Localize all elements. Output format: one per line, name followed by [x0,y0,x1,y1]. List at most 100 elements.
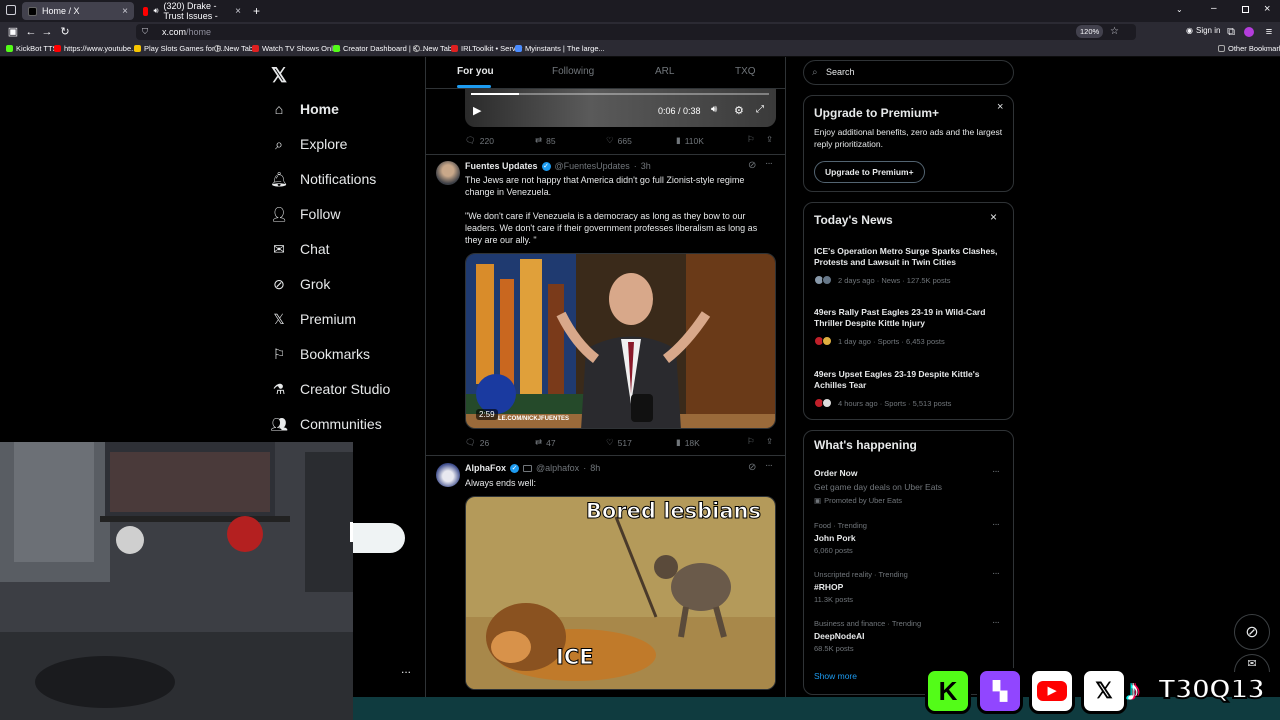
url-bar[interactable]: x.com/home ⛉ 120% ☆ [136,24,1136,40]
close-window-icon[interactable]: × [1264,3,1270,15]
bookmark-item[interactable]: https://www.youtube... [54,44,137,53]
bookmark-item[interactable]: Watch TV Shows Onli... [252,44,341,53]
sidebar-item-home[interactable]: ⌂ Home [271,101,339,117]
trend-item[interactable]: Business and finance · Trending DeepNodeA… [814,617,1004,653]
bookmark-item[interactable]: IRLToolkit • Server [451,44,522,53]
x-logo-icon[interactable]: 𝕏 [271,63,287,88]
like-stat[interactable]: ♡ 665 [606,135,632,146]
sidebar-item-explore[interactable]: ⌕ Explore [271,136,347,153]
settings-icon[interactable]: ⚙ [734,104,744,117]
maximize-icon[interactable] [1242,6,1249,13]
close-icon[interactable]: × [990,210,997,224]
sign-in-button[interactable]: ◉ Sign in [1186,26,1220,35]
sidebar-toggle-icon[interactable]: ▣ [6,25,20,39]
menu-icon[interactable]: ≡ [1262,25,1276,39]
sidebar-item-creator-studio[interactable]: ⚗ Creator Studio [271,381,391,398]
reply-stat[interactable]: 🗨︎ 220 [465,135,494,146]
reload-icon[interactable]: ↻ [58,25,72,39]
trend-item[interactable]: Food · Trending John Pork 6,060 posts ··· [814,519,1004,555]
more-options-icon[interactable]: ··· [765,158,773,169]
more-options-icon[interactable]: ··· [992,568,1000,579]
close-tab-icon[interactable]: × [122,6,128,17]
show-more-link[interactable]: Show more [814,671,857,681]
close-icon[interactable]: × [997,101,1003,113]
repost-stat[interactable]: ⇄ 85 [535,135,556,146]
more-options-icon[interactable]: ··· [992,617,1000,628]
new-tab-icon[interactable]: + [253,4,260,18]
share-icon[interactable]: ⇪ [766,436,773,447]
share-icon[interactable]: ⇪ [766,134,773,145]
forward-icon[interactable]: → [40,25,54,39]
extensions-icon[interactable]: ⧉ [1224,25,1238,39]
sidebar-item-notifications[interactable]: 🔔︎ Notifications [270,171,376,188]
sidebar-item-label: Home [300,101,339,117]
bookmark-item[interactable]: Play Slots Games for F... [134,44,227,53]
zoom-level[interactable]: 120% [1076,25,1104,38]
profile-icon[interactable] [1244,27,1254,37]
views-stat[interactable]: ▮ 110K [676,135,704,146]
views-stat[interactable]: ▮ 18K [676,437,700,448]
video-player[interactable]: ▶ 0:06 / 0:38 🔊︎ ⚙ ⤢ [465,89,776,127]
repost-stat[interactable]: ⇄ 47 [535,437,556,448]
video-duration: 2:59 [476,409,498,420]
other-bookmarks[interactable]: Other Bookmarks [1218,44,1280,53]
tab-for-you[interactable]: For you [457,66,494,77]
grok-icon[interactable]: ⊘ [748,462,756,473]
avatar[interactable] [436,463,460,487]
bookmark-icon[interactable]: ⚐ [747,134,755,145]
upgrade-premium-button[interactable]: Upgrade to Premium+ [814,161,925,183]
minimize-icon[interactable]: – [1211,3,1217,14]
post-button[interactable] [353,523,405,553]
grok-icon[interactable]: ⊘ [748,160,756,171]
more-options-icon[interactable]: ··· [765,460,773,471]
back-icon[interactable]: ← [24,25,38,39]
sidebar-item-communities[interactable]: 👥︎ Communities [270,416,382,433]
tweet-author[interactable]: Fuentes Updates ✓ @FuentesUpdates · 3h [465,161,651,171]
bookmark-icon[interactable]: ⚐ [747,436,755,447]
volume-icon[interactable]: 🔊︎ [711,104,717,115]
bookmark-item[interactable]: KickBot TTS [6,44,58,53]
search-placeholder: Search [826,67,855,77]
tweet-video[interactable]: 2:59 LE.COM/NICKJFUENTES [465,253,776,429]
news-item-title[interactable]: ICE's Operation Metro Surge Sparks Clash… [814,246,1006,268]
fullscreen-icon[interactable]: ⤢ [756,104,764,115]
trend-item[interactable]: Unscripted reality · Trending #RHOP 11.3K … [814,568,1004,604]
video-progress-track[interactable] [471,93,769,95]
star-icon[interactable]: ☆ [1110,24,1119,40]
more-icon[interactable]: ... [401,662,411,676]
play-icon[interactable]: ▶ [473,104,481,117]
divider [426,455,785,456]
sidebar-item-chat[interactable]: ✉ Chat [271,241,329,258]
promo-title[interactable]: Order Now [814,468,857,478]
search-input[interactable]: ⌕ Search [803,60,1014,85]
more-options-icon[interactable]: ··· [992,466,1000,477]
avatar[interactable] [436,161,460,185]
more-options-icon[interactable]: ··· [992,519,1000,530]
tab-following[interactable]: Following [552,66,594,77]
main-feed: For you Following ARL TXQ ▶ 0:06 / 0:38 … [425,57,786,720]
tweet-image[interactable]: Bored lesbians ICE [465,496,776,690]
like-stat[interactable]: ♡ 517 [606,437,632,448]
close-tab-icon[interactable]: × [235,6,241,17]
sidebar-item-follow[interactable]: 👤︎ Follow [270,206,340,223]
news-item-title[interactable]: 49ers Rally Past Eagles 23-19 in Wild-Ca… [814,307,1006,329]
tab-arl[interactable]: ARL [655,66,674,77]
bookmark-item[interactable]: Myinstants | The large... [515,44,605,53]
tab-youtube[interactable]: 🔊︎ (320) Drake - Trust Issues - × [137,1,247,21]
tab-home-x[interactable]: Home / X × [22,2,134,20]
sidebar-item-premium[interactable]: 𝕏 Premium [271,311,356,328]
news-item-meta: 1 day ago · Sports · 6,453 posts [814,336,945,346]
news-item-title[interactable]: 49ers Upset Eagles 23-19 Despite Kittle'… [814,369,1006,391]
reply-stat[interactable]: 🗨︎ 26 [465,437,489,448]
tab-list-icon[interactable] [6,5,16,15]
bookmark-item[interactable]: Creator Dashboard | K... [333,44,424,53]
bookmark-item[interactable]: New Tab [413,44,452,53]
sidebar-item-grok[interactable]: ⊘ Grok [271,276,330,293]
chevron-down-icon[interactable]: ⌄ [1176,5,1183,14]
grok-float-button[interactable]: ⊘ [1234,614,1270,650]
bookmark-item[interactable]: New Tab [214,44,253,53]
tweet-author[interactable]: AlphaFox ✓ @alphafox · 8h [465,463,600,473]
shield-icon[interactable]: ⛉ [142,24,148,40]
tab-txq[interactable]: TXQ [735,66,756,77]
sidebar-item-bookmarks[interactable]: ⚐ Bookmarks [271,346,370,363]
